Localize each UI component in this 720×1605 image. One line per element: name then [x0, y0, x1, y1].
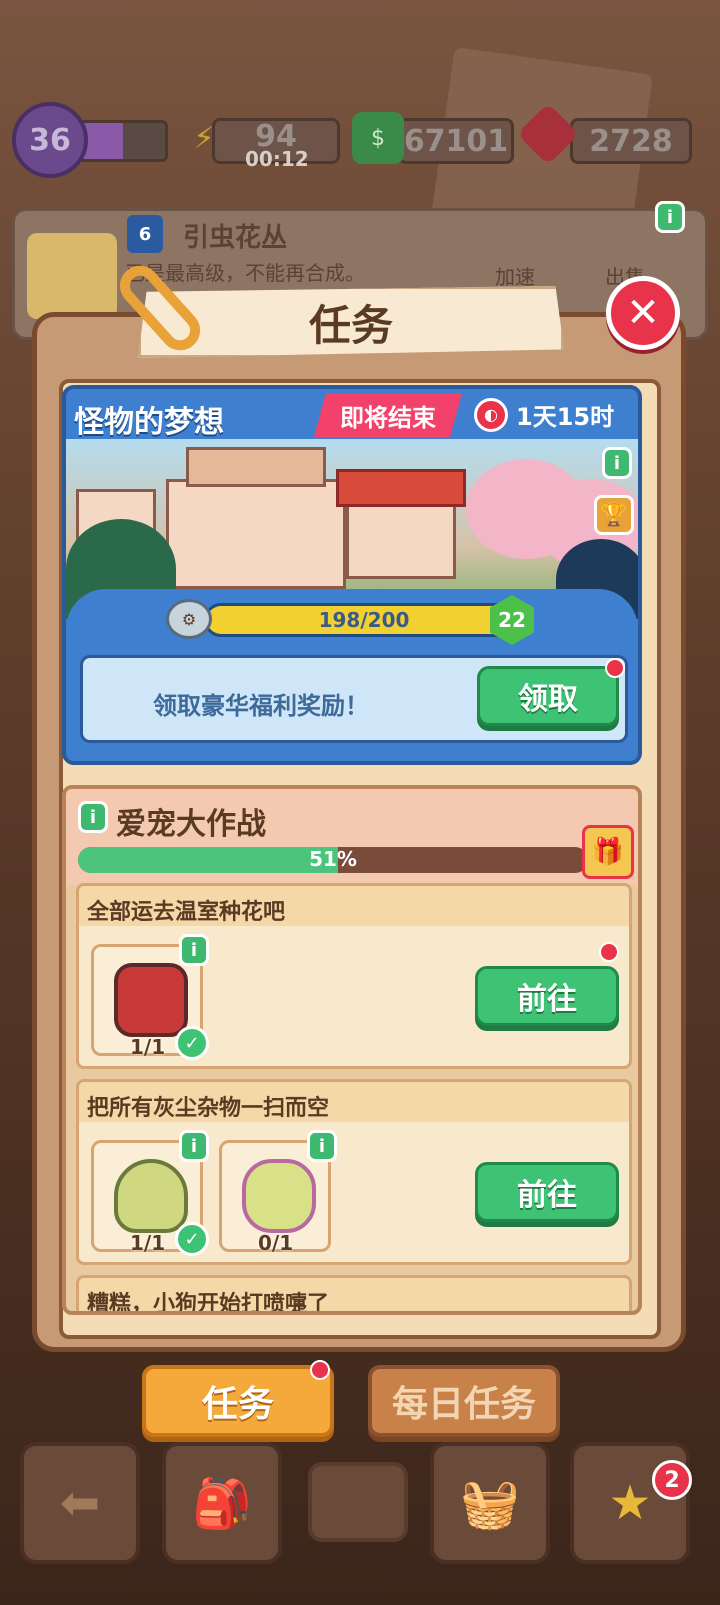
cash-counter[interactable]: 67101 [398, 118, 514, 164]
claim-notification-dot [605, 658, 625, 678]
basket-icon: 🧺 [460, 1475, 520, 1532]
close-button[interactable]: ✕ [606, 276, 680, 350]
event-progress-bar: 198/200 [204, 603, 524, 637]
arrow-left-icon: ⬅ [59, 1475, 101, 1531]
side-building [346, 499, 456, 579]
go-button[interactable]: 前往 [475, 1162, 619, 1222]
backpack-icon: 🎒 [192, 1475, 252, 1532]
tasks-tab-notification-dot [310, 1360, 330, 1380]
mansion-roof [186, 447, 326, 487]
item-info-icon[interactable]: i [179, 934, 209, 966]
star-badge: 2 [652, 1460, 692, 1500]
tab-tasks[interactable]: 任务 [142, 1365, 334, 1437]
item-name: 引虫花丛 [183, 223, 288, 253]
claim-reward-box: 领取豪华福利奖励！ 领取 [80, 655, 628, 743]
broom-icon [114, 1159, 188, 1233]
back-button[interactable]: ⬅ [20, 1442, 140, 1564]
go-button[interactable]: 前往 [475, 966, 619, 1026]
item-info-icon[interactable]: i [655, 201, 685, 233]
task-item-count: 1/1 [130, 1231, 166, 1255]
red-wagon-icon [114, 963, 188, 1037]
event-progress-text: 198/200 [318, 608, 410, 632]
tab-daily-tasks[interactable]: 每日任务 [368, 1365, 560, 1437]
cleaner-bottle-icon [242, 1159, 316, 1233]
task-group-section: i 爱宠大作战 51% 🎁 全部运去温室种花吧 1/1 i ✓ 前往 把所有灰尘… [62, 785, 642, 1315]
check-icon: ✓ [175, 1026, 209, 1060]
task-card: 糟糕，小狗开始打喷嚏了 [76, 1275, 632, 1311]
clock-icon: ◐ [474, 397, 508, 432]
event-timer-text: 1天15时 [516, 403, 615, 431]
claim-button[interactable]: 领取 [477, 666, 619, 726]
claim-reward-text: 领取豪华福利奖励！ [153, 692, 369, 720]
cash-stack-icon: $ [352, 112, 404, 164]
wrench-key-icon: ⚙ [166, 599, 212, 639]
task-group-info-icon[interactable]: i [78, 801, 108, 833]
task-notification-dot [599, 942, 619, 962]
chest-icon[interactable] [308, 1462, 408, 1542]
event-info-icon[interactable]: i [602, 447, 632, 479]
basket-button[interactable]: 🧺 [430, 1442, 550, 1564]
side-roof [336, 469, 466, 507]
item-level-badge: 6 [127, 215, 163, 253]
event-timer: ◐ 1天15时 [474, 397, 614, 432]
xp-bar [78, 120, 168, 162]
gem-counter[interactable]: 2728 [570, 118, 692, 164]
trophy-icon[interactable]: 🏆 [594, 495, 634, 535]
gift-box-icon[interactable]: 🎁 [582, 825, 634, 879]
speed-up-button[interactable]: 加速 [495, 261, 535, 290]
event-card: 怪物的梦想 即将结束 ◐ 1天15时 i 🏆 198/200 ⚙ 22 领取豪华… [62, 385, 642, 765]
item-info-icon[interactable]: i [179, 1130, 209, 1162]
item-info-icon[interactable]: i [307, 1130, 337, 1162]
task-group-progress-bar: 51% [78, 847, 588, 873]
task-item-count: 0/1 [258, 1231, 294, 1255]
modal-title: 任务 [138, 286, 564, 358]
energy-counter[interactable]: 94 00:12 [212, 118, 340, 171]
backpack-button[interactable]: 🎒 [162, 1442, 282, 1564]
event-title: 怪物的梦想 [74, 405, 224, 440]
task-title: 把所有灰尘杂物一扫而空 [79, 1082, 629, 1122]
task-item-count: 1/1 [130, 1035, 166, 1059]
task-card: 把所有灰尘杂物一扫而空 1/1 i ✓ 0/1 i 前往 [76, 1079, 632, 1265]
task-group-title: 爱宠大作战 [116, 807, 266, 842]
player-level-badge[interactable]: 36 [12, 102, 88, 178]
flower-bush-icon [27, 233, 117, 319]
task-title: 糟糕，小狗开始打喷嚏了 [79, 1278, 629, 1311]
check-icon: ✓ [175, 1222, 209, 1256]
task-title: 全部运去温室种花吧 [79, 886, 629, 926]
energy-timer: 00:12 [245, 147, 309, 171]
task-card: 全部运去温室种花吧 1/1 i ✓ 前往 [76, 883, 632, 1069]
close-icon: ✕ [626, 290, 660, 336]
lightning-icon: ⚡ [193, 120, 215, 156]
star-icon: ★ [608, 1475, 652, 1531]
task-group-progress-text: 51% [309, 847, 357, 871]
ending-soon-tag: 即将结束 [314, 393, 462, 437]
mansion-building [166, 479, 346, 589]
